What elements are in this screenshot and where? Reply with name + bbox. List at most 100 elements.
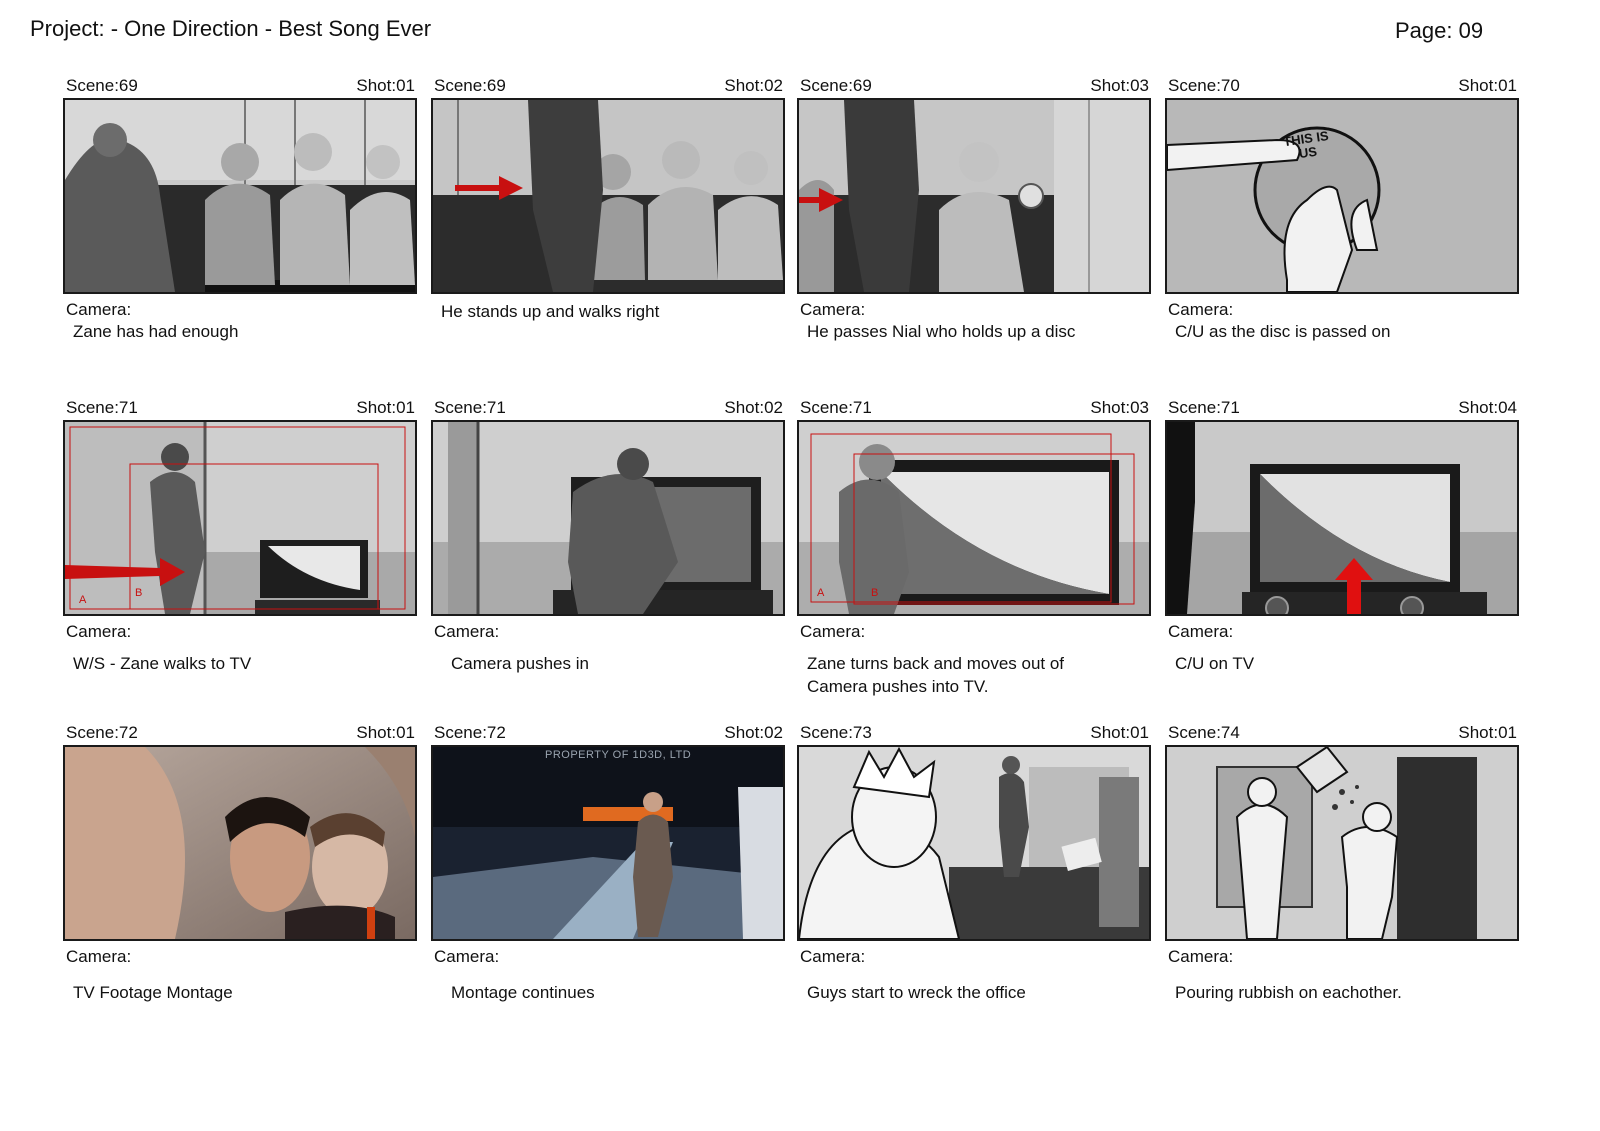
scene-number: Scene:72 <box>66 723 138 742</box>
shot-caption: Zane has had enough <box>73 322 239 341</box>
scene-number: Scene:71 <box>800 398 872 417</box>
scene-number: Scene:71 <box>1168 398 1240 417</box>
project-title: Project: - One Direction - Best Song Eve… <box>30 16 432 41</box>
panel-frame-turn-back: A B <box>797 420 1151 616</box>
page-number: Page: 09 <box>1395 18 1484 43</box>
shot-number: Shot:02 <box>724 723 783 742</box>
shot-number: Shot:01 <box>1458 723 1517 742</box>
storyboard-panel: Scene:69 Shot:01 Camera: Zane has had en… <box>63 76 417 343</box>
panel-header: Scene:69 Shot:03 <box>797 76 1151 98</box>
sketch-disc-closeup <box>1167 100 1517 292</box>
photo-tv-footage <box>65 747 415 939</box>
shot-caption: W/S - Zane walks to TV <box>73 654 252 673</box>
scene-number: Scene:70 <box>1168 76 1240 95</box>
sketch-stand-up-scene <box>433 100 783 292</box>
panel-frame-rubbish <box>1165 745 1519 941</box>
shot-caption: Camera pushes in <box>451 654 589 673</box>
panel-header: Scene:74 Shot:01 <box>1165 723 1519 745</box>
sketch-walk-to-tv <box>65 422 415 614</box>
shot-number: Shot:03 <box>1090 398 1149 417</box>
shot-caption: He stands up and walks right <box>441 302 660 321</box>
panel-header: Scene:69 Shot:02 <box>431 76 785 98</box>
shot-caption: TV Footage Montage <box>73 983 233 1002</box>
shot-number: Shot:02 <box>724 76 783 95</box>
storyboard-panel: Scene:71 Shot:04 Camera: C/U on TV <box>1165 398 1519 675</box>
camera-label: Camera: <box>434 622 500 641</box>
shot-number: Shot:03 <box>1090 76 1149 95</box>
panel-header: Scene:71 Shot:03 <box>797 398 1151 420</box>
panel-header: Scene:72 Shot:02 <box>431 723 785 745</box>
panel-frame-tv-footage <box>63 745 417 941</box>
shot-caption: He passes Nial who holds up a disc <box>807 322 1076 341</box>
camera-label: Camera: <box>434 947 500 966</box>
sketch-push-in <box>433 422 783 614</box>
shot-number: Shot:02 <box>724 398 783 417</box>
camera-label: Camera: <box>1168 622 1234 641</box>
sketch-turn-back <box>799 422 1149 614</box>
scene-number: Scene:72 <box>434 723 506 742</box>
camera-label: Camera: <box>800 300 866 319</box>
scene-number: Scene:74 <box>1168 723 1240 742</box>
scene-number: Scene:69 <box>800 76 872 95</box>
storyboard-panel: Scene:71 Shot:01 A B Camera: W/S - Zane … <box>63 398 417 675</box>
panel-frame-wreck-office <box>797 745 1151 941</box>
storyboard-panel: Scene:73 Shot:01 Camera: Guys start to w… <box>797 723 1151 1004</box>
shot-number: Shot:01 <box>356 723 415 742</box>
storyboard-panel: Scene:71 Shot:02 Camera: Camera pushes i… <box>431 398 785 675</box>
camera-label: Camera: <box>66 300 132 319</box>
shot-number: Shot:01 <box>356 76 415 95</box>
panel-header: Scene:70 Shot:01 <box>1165 76 1519 98</box>
sketch-wreck-office <box>799 747 1149 939</box>
scene-number: Scene:69 <box>66 76 138 95</box>
sketch-sofa-scene <box>65 100 415 292</box>
footage-watermark: PROPERTY OF 1D3D, LTD <box>545 749 692 761</box>
sketch-tv-closeup <box>1167 422 1517 614</box>
camera-label: Camera: <box>66 947 132 966</box>
shot-number: Shot:01 <box>1458 76 1517 95</box>
panel-frame-stage-footage: PROPERTY OF 1D3D, LTD <box>431 745 785 941</box>
panel-header: Scene:71 Shot:01 <box>63 398 417 420</box>
scene-number: Scene:69 <box>434 76 506 95</box>
storyboard-panel: Scene:69 Shot:02 He stands up and walks … <box>431 76 785 323</box>
shot-number: Shot:01 <box>1090 723 1149 742</box>
camera-label: Camera: <box>1168 947 1234 966</box>
camera-label: Camera: <box>800 947 866 966</box>
storyboard-panel: Scene:71 Shot:03 A B Camera: Zane turns … <box>797 398 1151 698</box>
scene-number: Scene:73 <box>800 723 872 742</box>
shot-number: Shot:01 <box>356 398 415 417</box>
shot-caption: Montage continues <box>451 983 595 1002</box>
framing-label-a: A <box>79 594 87 606</box>
panel-header: Scene:69 Shot:01 <box>63 76 417 98</box>
panel-frame-push-in <box>431 420 785 616</box>
shot-caption: Guys start to wreck the office <box>807 983 1026 1002</box>
storyboard-panel: Scene:74 Shot:01 Camera: Pouring rubbish… <box>1165 723 1519 1004</box>
panel-frame-walk-to-tv: A B <box>63 420 417 616</box>
shot-caption: C/U as the disc is passed on <box>1175 322 1391 341</box>
camera-label: Camera: <box>1168 300 1234 319</box>
storyboard-panel: Scene:70 Shot:01 THIS IS US Camera: C/U … <box>1165 76 1519 343</box>
storyboard-panel: Scene:69 Shot:03 Camera: He passes Nial … <box>797 76 1151 343</box>
panel-header: Scene:71 Shot:04 <box>1165 398 1519 420</box>
camera-label: Camera: <box>800 622 866 641</box>
panel-frame-tv-closeup <box>1165 420 1519 616</box>
panel-frame-sofa <box>63 98 417 294</box>
panel-frame-disc-closeup: THIS IS US <box>1165 98 1519 294</box>
storyboard-panel: Scene:72 Shot:01 Camera: TV Footage Mont… <box>63 723 417 1004</box>
storyboard-panel: Scene:72 Shot:02 PROPERTY OF 1D3D, LTD C… <box>431 723 785 1004</box>
framing-label-b: B <box>871 587 879 599</box>
panel-header: Scene:71 Shot:02 <box>431 398 785 420</box>
camera-label: Camera: <box>66 622 132 641</box>
shot-caption: C/U on TV <box>1175 654 1255 673</box>
shot-caption: Pouring rubbish on eachother. <box>1175 983 1402 1002</box>
panel-header: Scene:73 Shot:01 <box>797 723 1151 745</box>
framing-label-a: A <box>817 587 825 599</box>
shot-number: Shot:04 <box>1458 398 1517 417</box>
scene-number: Scene:71 <box>434 398 506 417</box>
framing-label-b: B <box>135 587 143 599</box>
panel-frame-stand-up <box>431 98 785 294</box>
panel-frame-pass-nial <box>797 98 1151 294</box>
photo-stage-footage <box>433 747 783 939</box>
sketch-pass-nial-scene <box>799 100 1149 292</box>
scene-number: Scene:71 <box>66 398 138 417</box>
shot-caption: Zane turns back and moves out of Camera … <box>807 654 1065 696</box>
